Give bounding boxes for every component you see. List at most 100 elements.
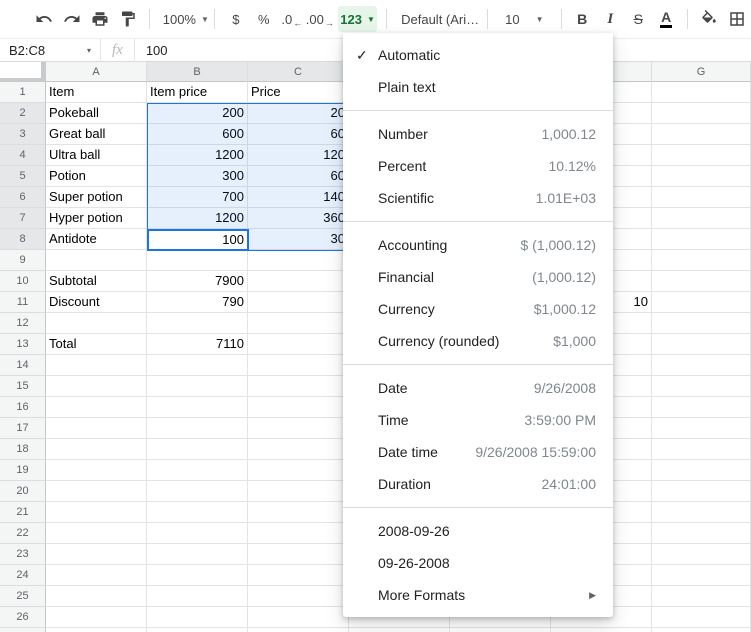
cell-C4[interactable]: 120	[248, 145, 349, 166]
cell-B14[interactable]	[147, 355, 248, 376]
cell-A2[interactable]: Pokeball	[46, 103, 147, 124]
cell-C22[interactable]	[248, 523, 349, 544]
col-header-A[interactable]: A	[46, 62, 147, 82]
menu-item-time[interactable]: Time3:59:00 PM	[343, 404, 613, 436]
cell-G23[interactable]	[652, 544, 751, 565]
italic-button[interactable]: I	[598, 6, 622, 32]
cell-C3[interactable]: 60	[248, 124, 349, 145]
cell-G1[interactable]	[652, 82, 751, 103]
cell-C26[interactable]	[248, 607, 349, 628]
cell-E27[interactable]	[450, 628, 551, 632]
print-button[interactable]	[88, 6, 112, 32]
cell-C25[interactable]	[248, 586, 349, 607]
redo-button[interactable]	[60, 6, 84, 32]
cell-B26[interactable]	[147, 607, 248, 628]
menu-item-09-26-2008[interactable]: 09-26-2008	[343, 547, 613, 579]
row-header-11[interactable]: 11	[0, 292, 46, 313]
cell-A20[interactable]	[46, 481, 147, 502]
cell-G18[interactable]	[652, 439, 751, 460]
cell-A17[interactable]	[46, 418, 147, 439]
cell-F27[interactable]	[551, 628, 652, 632]
menu-item-date[interactable]: Date9/26/2008	[343, 372, 613, 404]
cell-G6[interactable]	[652, 187, 751, 208]
cell-B19[interactable]	[147, 460, 248, 481]
cell-C18[interactable]	[248, 439, 349, 460]
cell-A7[interactable]: Hyper potion	[46, 208, 147, 229]
cell-A22[interactable]	[46, 523, 147, 544]
menu-item-percent[interactable]: Percent10.12%	[343, 150, 613, 182]
decrease-decimal-button[interactable]: .0←	[280, 6, 304, 32]
cell-B7[interactable]: 1200	[147, 208, 248, 229]
col-header-G[interactable]: G	[652, 62, 751, 82]
row-header-15[interactable]: 15	[0, 376, 46, 397]
menu-item-currency[interactable]: Currency$1,000.12	[343, 293, 613, 325]
cell-A10[interactable]: Subtotal	[46, 271, 147, 292]
cell-G14[interactable]	[652, 355, 751, 376]
row-header-18[interactable]: 18	[0, 439, 46, 460]
cell-C17[interactable]	[248, 418, 349, 439]
cell-B13[interactable]: 7110	[147, 334, 248, 355]
font-family-select[interactable]: Default (Ari…▼	[396, 6, 478, 32]
menu-item-financial[interactable]: Financial(1,000.12)	[343, 261, 613, 293]
cell-B24[interactable]	[147, 565, 248, 586]
menu-item-automatic[interactable]: ✓Automatic	[343, 39, 613, 71]
cell-B3[interactable]: 600	[147, 124, 248, 145]
row-header-19[interactable]: 19	[0, 460, 46, 481]
borders-button[interactable]	[725, 6, 749, 32]
cell-B20[interactable]	[147, 481, 248, 502]
cell-A13[interactable]: Total	[46, 334, 147, 355]
paint-format-button[interactable]	[116, 6, 140, 32]
bold-button[interactable]: B	[570, 6, 594, 32]
row-header-24[interactable]: 24	[0, 565, 46, 586]
cell-A8[interactable]: Antidote	[46, 229, 147, 250]
menu-item-currency-rounded[interactable]: Currency (rounded)$1,000	[343, 325, 613, 357]
name-box[interactable]: B2:C8▾	[0, 43, 100, 58]
cell-B11[interactable]: 790	[147, 292, 248, 313]
cell-G24[interactable]	[652, 565, 751, 586]
cell-G9[interactable]	[652, 250, 751, 271]
cell-C7[interactable]: 360	[248, 208, 349, 229]
cell-B4[interactable]: 1200	[147, 145, 248, 166]
row-header-26[interactable]: 26	[0, 607, 46, 628]
row-header-8[interactable]: 8	[0, 229, 46, 250]
row-header-17[interactable]: 17	[0, 418, 46, 439]
cell-G20[interactable]	[652, 481, 751, 502]
menu-item-more-formats[interactable]: More Formats▶	[343, 579, 613, 611]
cell-B23[interactable]	[147, 544, 248, 565]
cell-A25[interactable]	[46, 586, 147, 607]
row-header-22[interactable]: 22	[0, 523, 46, 544]
cell-G3[interactable]	[652, 124, 751, 145]
cell-C5[interactable]: 60	[248, 166, 349, 187]
row-header-9[interactable]: 9	[0, 250, 46, 271]
menu-item-duration[interactable]: Duration24:01:00	[343, 468, 613, 500]
cell-A11[interactable]: Discount	[46, 292, 147, 313]
row-header-13[interactable]: 13	[0, 334, 46, 355]
zoom-select[interactable]: 100%▼	[159, 6, 205, 32]
cell-B25[interactable]	[147, 586, 248, 607]
row-header-5[interactable]: 5	[0, 166, 46, 187]
cell-C24[interactable]	[248, 565, 349, 586]
cell-B8[interactable]: 100	[147, 229, 248, 250]
cell-B9[interactable]	[147, 250, 248, 271]
cell-A9[interactable]	[46, 250, 147, 271]
menu-item-2008-09-26[interactable]: 2008-09-26	[343, 515, 613, 547]
cell-B15[interactable]	[147, 376, 248, 397]
cell-G2[interactable]	[652, 103, 751, 124]
cell-C11[interactable]	[248, 292, 349, 313]
row-header-2[interactable]: 2	[0, 103, 46, 124]
cell-A4[interactable]: Ultra ball	[46, 145, 147, 166]
cell-B10[interactable]: 7900	[147, 271, 248, 292]
cell-C1[interactable]: Price	[248, 82, 349, 103]
cell-A16[interactable]	[46, 397, 147, 418]
cell-B18[interactable]	[147, 439, 248, 460]
row-header-10[interactable]: 10	[0, 271, 46, 292]
cell-C10[interactable]	[248, 271, 349, 292]
menu-item-plain-text[interactable]: Plain text	[343, 71, 613, 103]
cell-B17[interactable]	[147, 418, 248, 439]
row-header-6[interactable]: 6	[0, 187, 46, 208]
fill-color-button[interactable]	[697, 6, 721, 32]
cell-C6[interactable]: 140	[248, 187, 349, 208]
cell-A27[interactable]	[46, 628, 147, 632]
cell-G21[interactable]	[652, 502, 751, 523]
cell-A26[interactable]	[46, 607, 147, 628]
